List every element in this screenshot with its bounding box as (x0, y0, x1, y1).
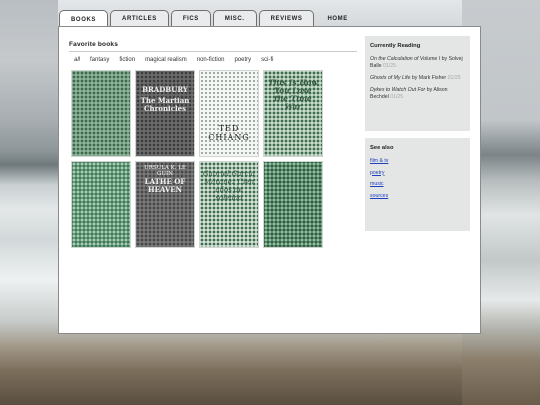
book-cover-title: LATHE OF HEAVEN (144, 177, 186, 194)
link-film-tv[interactable]: film & tv (370, 158, 465, 165)
reading-by: by (411, 75, 418, 81)
filter-poetry[interactable]: poetry (234, 57, 251, 63)
genre-filters: all fantasy fiction magical realism non-… (74, 57, 273, 63)
reading-by: by (441, 56, 448, 62)
tab-reviews[interactable]: Reviews (258, 10, 315, 27)
book-cover-title: This Is How You Lose the Time War (268, 78, 318, 111)
tab-articles[interactable]: Articles (110, 10, 169, 27)
reading-item: On the Calculation of Volume I by Solvej… (370, 56, 465, 70)
reading-book-title: Dykes to Watch Out For (370, 87, 426, 93)
book-cover[interactable]: This Is How You Lose the Time War (263, 70, 323, 157)
book-cover[interactable]: TED CHIANG (199, 70, 259, 157)
link-sources[interactable]: sources (370, 193, 465, 200)
book-cover[interactable]: URSULA K. LE GUIN LATHE OF HEAVEN (135, 161, 195, 248)
reading-author: Mark Fisher (418, 75, 447, 81)
book-cover-title: Gabriel García Márquez Cien años de sole… (203, 170, 255, 202)
see-also-title: See also (370, 145, 394, 151)
reading-date: 01/25 (447, 75, 461, 81)
filter-fantasy[interactable]: fantasy (90, 57, 109, 63)
reading-by: by (426, 87, 433, 93)
filter-fiction[interactable]: fiction (119, 57, 135, 63)
reading-book-title: On the Calculation of Volume I (370, 56, 441, 62)
nav-tabs: Books Articles Fics Misc. Reviews Home (59, 10, 359, 28)
link-music[interactable]: music (370, 181, 465, 188)
reading-item: Dykes to Watch Out For by Alison Bechdel… (370, 87, 465, 101)
book-cover[interactable] (263, 161, 323, 248)
book-cover[interactable] (71, 161, 131, 248)
filter-all[interactable]: all (74, 57, 80, 63)
filter-sci-fi[interactable]: sci-fi (261, 57, 273, 63)
book-cover[interactable]: BRADBURY The Martian Chronicles (135, 70, 195, 157)
currently-reading-title: Currently Reading (370, 43, 421, 49)
currently-reading-box: Currently Reading On the Calculation of … (365, 36, 470, 131)
book-cover[interactable] (71, 70, 131, 157)
reading-item: Ghosts of My Life by Mark Fisher 01/25 (370, 75, 465, 82)
section-title: Favorite books (69, 41, 357, 52)
book-cover-author: BRADBURY (142, 85, 188, 94)
tab-home[interactable]: Home (316, 10, 358, 27)
reading-book-title: Ghosts of My Life (370, 75, 411, 81)
tab-fics[interactable]: Fics (170, 10, 211, 27)
tab-misc[interactable]: Misc. (212, 10, 257, 27)
reading-date: 01/25 (383, 63, 396, 69)
book-cover-grid: BRADBURY The Martian Chronicles TED CHIA… (71, 70, 323, 248)
book-cover-author: TED CHIANG (208, 124, 250, 142)
reading-date: 01/25 (390, 94, 404, 100)
see-also-box: See also film & tv poetry music sources (365, 138, 470, 231)
link-poetry[interactable]: poetry (370, 170, 465, 177)
filter-magical-realism[interactable]: magical realism (145, 57, 187, 63)
book-cover-author: URSULA K. LE GUIN (144, 165, 186, 177)
book-cover[interactable]: Gabriel García Márquez Cien años de sole… (199, 161, 259, 248)
filter-non-fiction[interactable]: non-fiction (197, 57, 225, 63)
book-cover-title: The Martian Chronicles (140, 96, 190, 113)
